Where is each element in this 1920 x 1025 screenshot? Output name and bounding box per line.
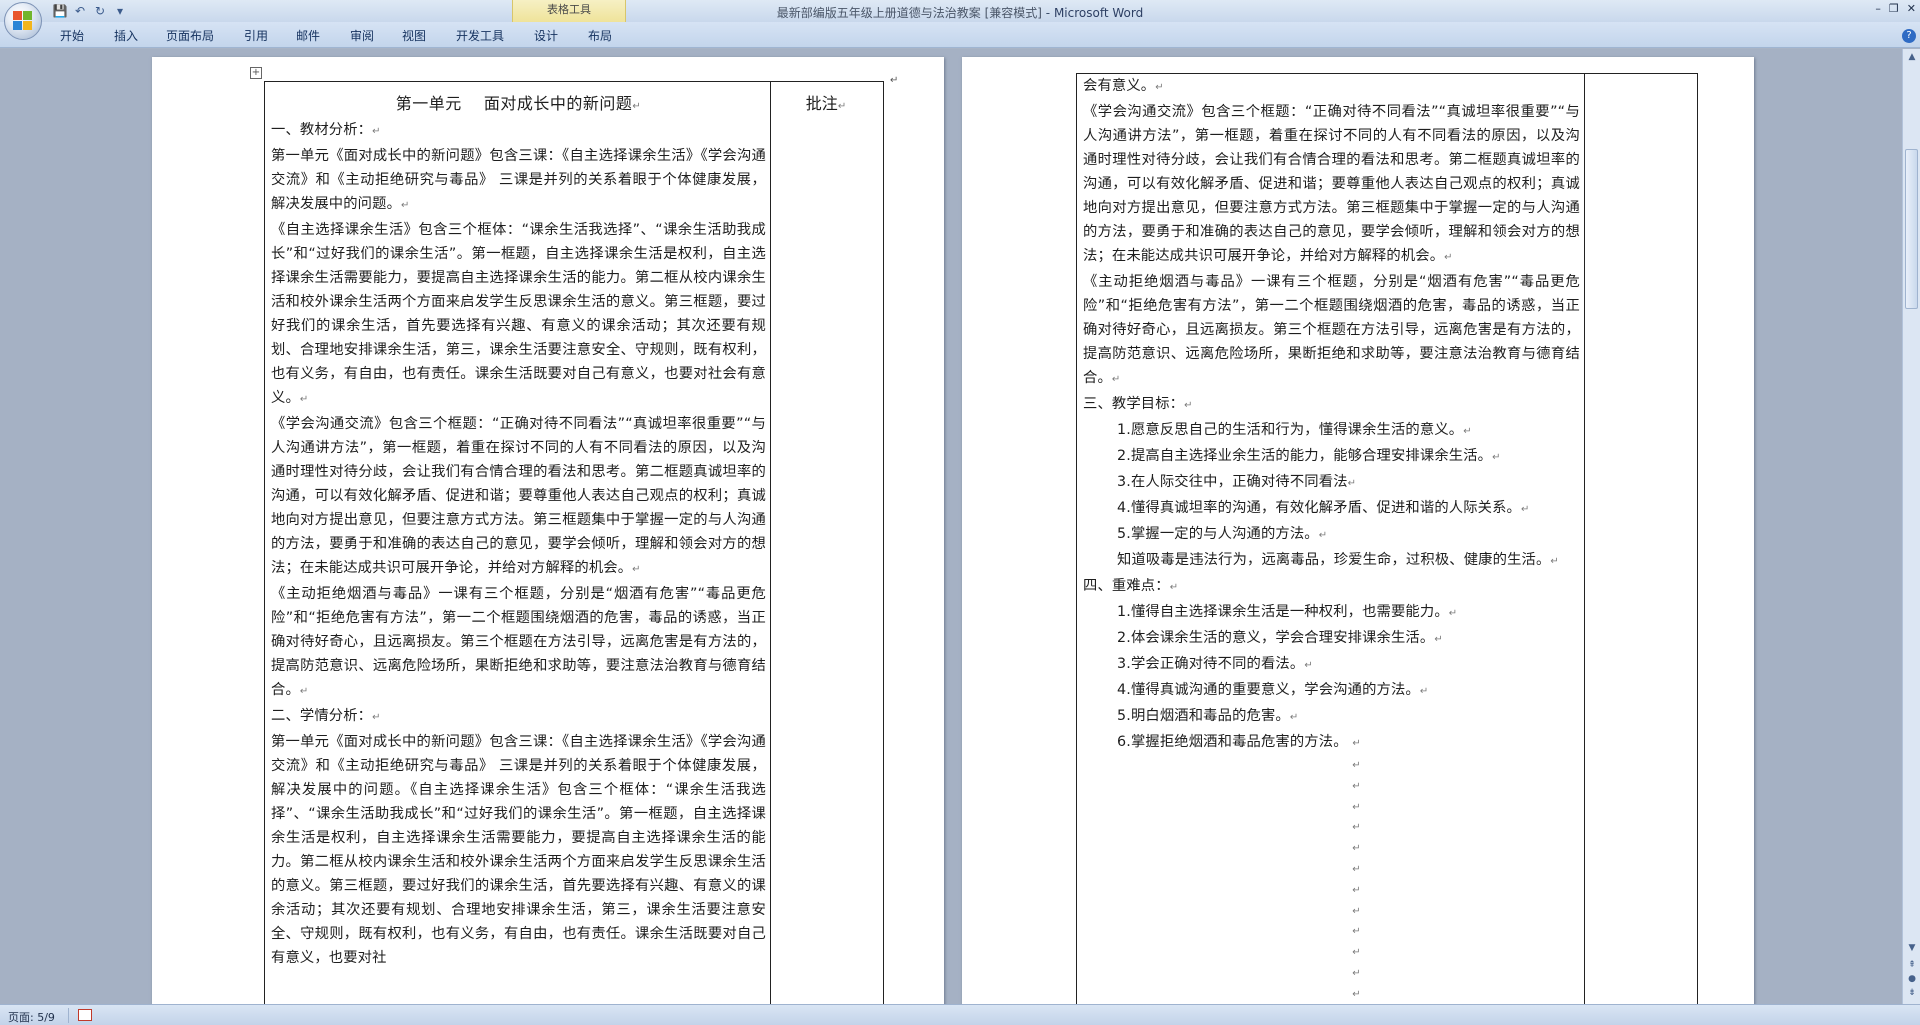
empty-paragraph: ↵ xyxy=(1352,926,1361,938)
help-icon[interactable]: ? xyxy=(1902,29,1916,43)
document-title: 最新部编版五年级上册道德与法治教案 [兼容模式] xyxy=(776,6,1042,20)
paragraph: 二、学情分析：↵ xyxy=(271,708,381,724)
paragraph: 《学会沟通交流》包含三个框题：“正确对待不同看法”“真诚坦率很重要”“与人沟通讲… xyxy=(1083,104,1580,264)
tab-mailings[interactable]: 邮件 xyxy=(296,27,320,44)
goal-item: 1.愿意反思自己的生活和行为，懂得课余生活的意义。↵ xyxy=(1117,422,1472,438)
row-end-mark: ↵ xyxy=(890,75,899,86)
paragraph: 《主动拒绝烟酒与毒品》一课有三个框题，分别是“烟酒有危害”“毒品更危险”和“拒绝… xyxy=(271,586,766,698)
empty-paragraph: ↵ xyxy=(1352,822,1361,834)
tab-view[interactable]: 视图 xyxy=(402,27,426,44)
unit-title: 第一单元 面对成长中的新问题↵ xyxy=(395,94,642,113)
notes-cell[interactable]: 批注↵ xyxy=(769,82,883,1004)
tab-layout[interactable]: 布局 xyxy=(588,27,612,44)
section-heading: 四、重难点：↵ xyxy=(1083,578,1179,594)
minimize-icon[interactable]: – xyxy=(1875,2,1881,15)
empty-paragraph: ↵ xyxy=(1352,988,1361,1000)
keypoint-item: 3.学会正确对待不同的看法。↵ xyxy=(1117,656,1313,672)
paragraph: 第一单元《面对成长中的新问题》包含三课：《自主选择课余生活》《学会沟通交流》和《… xyxy=(271,734,766,966)
tab-home[interactable]: 开始 xyxy=(60,27,84,44)
lesson-table: 第一单元 面对成长中的新问题↵ 一、教材分析：↵ 第一单元《面对成长中的新问题》… xyxy=(264,81,884,1004)
status-separator xyxy=(68,1008,69,1023)
goal-item: 4.懂得真诚坦率的沟通，有效化解矛盾、促进和谐的人际关系。↵ xyxy=(1117,500,1530,516)
empty-paragraph: ↵ xyxy=(1352,863,1361,875)
close-icon[interactable]: ✕ xyxy=(1907,2,1916,15)
keypoint-item: 4.懂得真诚沟通的重要意义，学会沟通的方法。↵ xyxy=(1117,682,1429,698)
goal-item: 3.在人际交往中，正确对待不同看法↵ xyxy=(1117,474,1357,490)
keypoint-item: 1.懂得自主选择课余生活是一种权利，也需要能力。↵ xyxy=(1117,604,1458,620)
keypoint-item: 2.体会课余生活的意义，学会合理安排课余生活。↵ xyxy=(1117,630,1443,646)
browse-object-icon[interactable]: ● xyxy=(1906,973,1918,985)
paragraph: 《自主选择课余生活》包含三个框体：“课余生活我选择”、“课余生活助我成长”和“过… xyxy=(271,222,766,406)
tab-insert[interactable]: 插入 xyxy=(114,27,138,44)
paragraph: 《学会沟通交流》包含三个框题：“正确对待不同看法”“真诚坦率很重要”“与人沟通讲… xyxy=(271,416,766,576)
tab-page-layout[interactable]: 页面布局 xyxy=(166,27,214,44)
vertical-scrollbar[interactable]: ▲ ▼ ⇞ ● ⇟ xyxy=(1902,49,1920,1004)
lesson-table-continued: 会有意义。↵ 《学会沟通交流》包含三个框题：“正确对待不同看法”“真诚坦率很重要… xyxy=(1076,73,1698,1004)
empty-paragraph: ↵ xyxy=(1352,884,1361,896)
content-cell[interactable]: 会有意义。↵ 《学会沟通交流》包含三个框题：“正确对待不同看法”“真诚坦率很重要… xyxy=(1077,74,1585,1004)
table-move-handle-icon[interactable]: + xyxy=(250,67,262,79)
next-page-icon[interactable]: ⇟ xyxy=(1906,987,1918,999)
notes-cell[interactable] xyxy=(1583,74,1697,1004)
section-heading: 三、教学目标：↵ xyxy=(1083,396,1193,412)
paragraph: 一、教材分析：↵ xyxy=(271,122,381,138)
scroll-up-icon[interactable]: ▲ xyxy=(1906,51,1918,63)
tab-developer[interactable]: 开发工具 xyxy=(456,27,504,44)
goal-item: 2.提高自主选择业余生活的能力，能够合理安排课余生活。↵ xyxy=(1117,448,1501,464)
document-page-1[interactable]: + ↵ 第一单元 面对成长中的新问题↵ 一、教材分析：↵ 第一单元《面对成长中的… xyxy=(152,57,944,1004)
page-indicator[interactable]: 页面: 5/9 xyxy=(8,1009,55,1025)
paragraph: 《主动拒绝烟酒与毒品》一课有三个框题，分别是“烟酒有危害”“毒品更危险”和“拒绝… xyxy=(1083,274,1580,386)
status-bar: 页面: 5/9 xyxy=(0,1004,1920,1025)
empty-paragraph: ↵ xyxy=(1352,760,1361,771)
notes-header: 批注↵ xyxy=(805,94,847,113)
goal-item: 知道吸毒是违法行为，远离毒品，珍爱生命，过积极、健康的生活。↵ xyxy=(1117,552,1559,568)
goal-item: 5.掌握一定的与人沟通的方法。↵ xyxy=(1117,526,1328,542)
scrollbar-thumb[interactable] xyxy=(1905,149,1918,309)
app-name: Microsoft Word xyxy=(1053,6,1144,20)
document-workspace[interactable]: + ↵ 第一单元 面对成长中的新问题↵ 一、教材分析：↵ 第一单元《面对成长中的… xyxy=(0,49,1902,1004)
paragraph: 第一单元《面对成长中的新问题》包含三课：《自主选择课余生活》《学会沟通交流》和《… xyxy=(271,148,766,212)
empty-paragraph: ↵ xyxy=(1352,967,1361,979)
paragraph: 会有意义。↵ xyxy=(1083,78,1164,94)
document-page-2[interactable]: 会有意义。↵ 《学会沟通交流》包含三个框题：“正确对待不同看法”“真诚坦率很重要… xyxy=(962,57,1754,1004)
office-button[interactable] xyxy=(4,2,42,40)
empty-paragraph: ↵ xyxy=(1352,801,1361,813)
office-logo-icon xyxy=(13,11,33,31)
empty-paragraph: ↵ xyxy=(1352,843,1361,855)
tab-references[interactable]: 引用 xyxy=(244,27,268,44)
restore-icon[interactable]: ❐ xyxy=(1889,2,1899,15)
ribbon-tab-bar: 开始 插入 页面布局 引用 邮件 审阅 视图 开发工具 设计 布局 xyxy=(0,22,1920,48)
keypoint-item: 6.掌握拒绝烟酒和毒品危害的方法。 ↵ xyxy=(1117,734,1361,750)
title-bar: 表格工具 💾 ↶ ↻ ▾ 最新部编版五年级上册道德与法治教案 [兼容模式] - … xyxy=(0,0,1920,22)
previous-page-icon[interactable]: ⇞ xyxy=(1906,959,1918,971)
proofing-icon[interactable] xyxy=(78,1009,92,1021)
tab-review[interactable]: 审阅 xyxy=(350,27,374,44)
keypoint-item: 5.明白烟酒和毒品的危害。↵ xyxy=(1117,708,1299,724)
tab-design[interactable]: 设计 xyxy=(534,27,558,44)
window-controls: – ❐ ✕ xyxy=(1875,2,1916,15)
empty-paragraph: ↵ xyxy=(1352,780,1361,792)
empty-paragraph: ↵ xyxy=(1352,947,1361,959)
window-title: 最新部编版五年级上册道德与法治教案 [兼容模式] - Microsoft Wor… xyxy=(776,6,1144,20)
empty-paragraph: ↵ xyxy=(1352,905,1361,917)
content-cell[interactable]: 第一单元 面对成长中的新问题↵ 一、教材分析：↵ 第一单元《面对成长中的新问题》… xyxy=(265,82,771,1004)
scroll-down-icon[interactable]: ▼ xyxy=(1906,942,1918,954)
